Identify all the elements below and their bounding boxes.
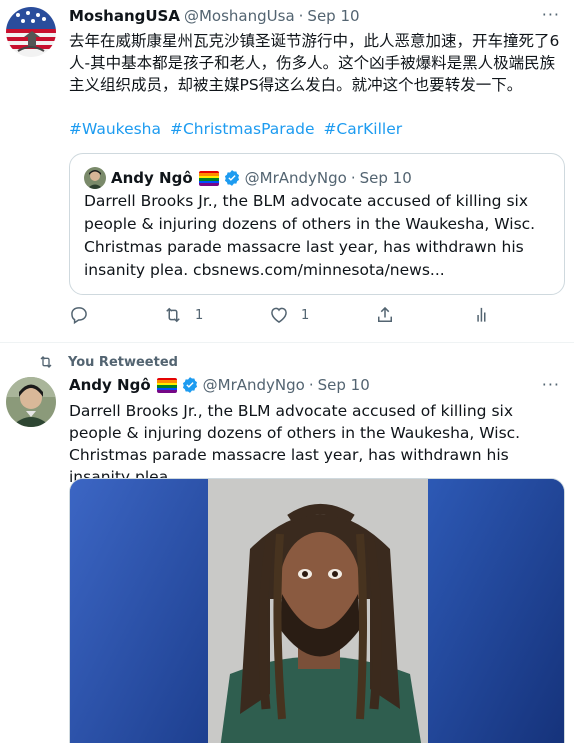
quoted-author-name[interactable]: Andy Ngô	[111, 168, 193, 188]
quoted-tweet-text: Darrell Brooks Jr., the BLM advocate acc…	[84, 192, 536, 279]
retweet-icon	[40, 356, 52, 368]
tweet-header: Andy Ngô @MrAndyNgo · Sep 10	[69, 375, 370, 395]
quoted-author-avatar[interactable]	[84, 167, 106, 189]
hashtag-link[interactable]: #CarKiller	[323, 120, 402, 138]
retweet-icon	[166, 307, 180, 323]
hashtag-list: #Waukesha #ChristmasParade #CarKiller	[69, 118, 406, 140]
tweet-moshang[interactable]: MoshangUSA @MoshangUsa · Sep 10 ··· 去年在威…	[0, 0, 574, 342]
hashtag-link[interactable]: #Waukesha	[69, 120, 161, 138]
tweet-date[interactable]: Sep 10	[318, 375, 370, 395]
tweet-divider	[0, 342, 574, 343]
quoted-tweet[interactable]: Andy Ngô @MrAndyNgo · Sep 10 Darrell Bro…	[69, 153, 565, 295]
author-name[interactable]: MoshangUSA	[69, 6, 180, 26]
tweet-andy-ngo[interactable]: You Retweeted Andy Ngô @MrAndyNgo · Sep …	[0, 344, 574, 743]
analytics-icon	[477, 307, 486, 322]
retweet-count: 1	[195, 307, 204, 323]
reply-icon	[71, 307, 87, 325]
rainbow-flag-icon	[198, 170, 219, 186]
author-handle[interactable]: @MrAndyNgo	[203, 375, 305, 395]
retweet-label[interactable]: You Retweeted	[68, 355, 178, 370]
author-handle[interactable]: @MoshangUsa	[184, 6, 295, 26]
andy-ngo-avatar[interactable]	[6, 377, 56, 427]
more-icon[interactable]: ···	[542, 7, 560, 23]
retweet-context: You Retweeted	[38, 354, 178, 370]
like-icon	[271, 307, 287, 323]
analytics-button[interactable]	[471, 305, 491, 325]
reply-button[interactable]	[69, 305, 101, 325]
more-icon[interactable]: ···	[542, 377, 560, 393]
like-count: 1	[301, 307, 310, 323]
tweet-text: Darrell Brooks Jr., the BLM advocate acc…	[69, 402, 521, 486]
quoted-author-handle[interactable]: @MrAndyNgo	[245, 168, 347, 188]
share-button[interactable]	[375, 305, 395, 325]
hashtag-link[interactable]: #ChristmasParade	[170, 120, 315, 138]
share-icon	[378, 306, 392, 322]
author-name[interactable]: Andy Ngô	[69, 375, 151, 395]
separator-dot: ·	[298, 7, 304, 25]
separator-dot: ·	[350, 169, 356, 187]
rainbow-flag-icon	[156, 377, 177, 393]
tweet-header: MoshangUSA @MoshangUsa · Sep 10	[69, 6, 360, 26]
tweet-photo[interactable]	[69, 478, 565, 743]
verified-icon	[224, 170, 239, 186]
quoted-tweet-header: Andy Ngô @MrAndyNgo · Sep 10	[84, 167, 412, 189]
tweet-actions: 1 1	[69, 305, 509, 333]
like-button[interactable]: 1	[269, 305, 309, 325]
tweet-text: 去年在威斯康星州瓦克沙镇圣诞节游行中，此人恶意加速，开车撞死了6人-其中基本都是…	[69, 32, 560, 94]
retweet-button[interactable]: 1	[163, 305, 203, 325]
verified-icon	[182, 377, 197, 393]
moshang-avatar[interactable]	[6, 7, 56, 57]
quoted-tweet-date[interactable]: Sep 10	[360, 168, 412, 188]
tweet-date[interactable]: Sep 10	[307, 6, 359, 26]
mugshot-image	[70, 479, 564, 743]
separator-dot: ·	[308, 376, 314, 394]
